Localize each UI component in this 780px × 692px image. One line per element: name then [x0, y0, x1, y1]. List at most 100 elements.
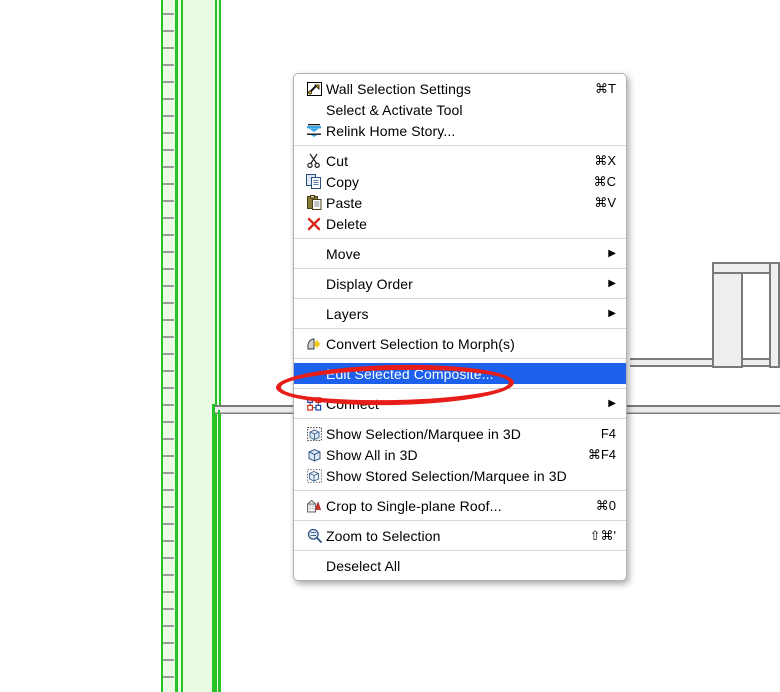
- relink-story-icon: [304, 123, 324, 139]
- menu-item-show-all-in-3d[interactable]: Show All in 3D ⌘F4: [294, 444, 626, 465]
- menu-item-select-activate-tool[interactable]: Select & Activate Tool: [294, 99, 626, 120]
- wall-junction-green-line: [212, 404, 215, 692]
- menu-item-label: Convert Selection to Morph(s): [326, 335, 515, 352]
- menu-separator: [294, 268, 626, 269]
- menu-item-label: Select & Activate Tool: [326, 101, 463, 118]
- niche-wall-right[interactable]: [712, 262, 780, 368]
- menu-item-layers[interactable]: Layers ▶: [294, 303, 626, 324]
- show-stored-3d-icon: [304, 468, 324, 484]
- menu-separator: [294, 520, 626, 521]
- menu-item-label: Deselect All: [326, 557, 401, 574]
- menu-separator: [294, 238, 626, 239]
- menu-separator: [294, 388, 626, 389]
- menu-item-label: Move: [326, 245, 361, 262]
- chevron-right-icon: ▶: [608, 308, 616, 319]
- menu-item-label: Wall Selection Settings: [326, 80, 471, 97]
- morph-icon: [304, 336, 324, 352]
- menu-item-cut[interactable]: Cut ⌘X: [294, 150, 626, 171]
- menu-item-label: Relink Home Story...: [326, 122, 456, 139]
- menu-item-shortcut: ⇧⌘': [589, 527, 616, 543]
- menu-separator: [294, 298, 626, 299]
- no-icon-placeholder: [304, 558, 324, 574]
- context-menu[interactable]: Wall Selection Settings ⌘T Select & Acti…: [293, 73, 627, 581]
- no-icon-placeholder: [304, 306, 324, 322]
- wall-junction-green-line-2: [218, 410, 220, 692]
- delete-x-icon: [304, 216, 324, 232]
- menu-item-shortcut: ⌘C: [593, 173, 616, 189]
- chevron-right-icon: ▶: [608, 248, 616, 259]
- menu-item-shortcut: F4: [600, 426, 616, 441]
- menu-group-zoom: Zoom to Selection ⇧⌘': [294, 525, 626, 546]
- menu-item-label: Connect: [326, 395, 379, 412]
- menu-item-copy[interactable]: Copy ⌘C: [294, 171, 626, 192]
- selected-wall-inner-edge: [175, 0, 178, 692]
- menu-item-label: Edit Selected Composite...: [326, 365, 494, 382]
- menu-separator: [294, 145, 626, 146]
- menu-item-label: Copy: [326, 173, 360, 190]
- menu-separator: [294, 358, 626, 359]
- menu-item-display-order[interactable]: Display Order ▶: [294, 273, 626, 294]
- menu-item-wall-selection-settings[interactable]: Wall Selection Settings ⌘T: [294, 78, 626, 99]
- menu-item-edit-selected-composite[interactable]: Edit Selected Composite...: [294, 363, 626, 384]
- wall-hatch-pattern: [163, 0, 174, 692]
- chevron-right-icon: ▶: [608, 398, 616, 409]
- menu-item-label: Crop to Single-plane Roof...: [326, 497, 502, 514]
- connect-icon: [304, 396, 324, 412]
- no-icon-placeholder: [304, 102, 324, 118]
- niche-wall-left-leg: [712, 262, 743, 368]
- scissors-icon: [304, 153, 324, 169]
- menu-item-show-stored-selection-marquee-in-3d[interactable]: Show Stored Selection/Marquee in 3D: [294, 465, 626, 486]
- menu-item-paste[interactable]: Paste ⌘V: [294, 192, 626, 213]
- menu-separator: [294, 418, 626, 419]
- menu-item-delete[interactable]: Delete: [294, 213, 626, 234]
- menu-group-connect: Connect ▶: [294, 393, 626, 414]
- menu-item-zoom-to-selection[interactable]: Zoom to Selection ⇧⌘': [294, 525, 626, 546]
- menu-item-shortcut: ⌘F4: [587, 446, 616, 462]
- paste-icon: [304, 195, 324, 211]
- zoom-selection-icon: [304, 528, 324, 544]
- menu-group-crop-roof: Crop to Single-plane Roof... ⌘0: [294, 495, 626, 516]
- selected-wall-right-edge: [215, 0, 217, 692]
- menu-group-display-order: Display Order ▶: [294, 273, 626, 294]
- menu-item-label: Show All in 3D: [326, 446, 418, 463]
- menu-item-label: Delete: [326, 215, 368, 232]
- menu-group-layers: Layers ▶: [294, 303, 626, 324]
- wall-settings-icon: [304, 81, 324, 97]
- menu-group-morph: Convert Selection to Morph(s): [294, 333, 626, 354]
- menu-item-label: Show Stored Selection/Marquee in 3D: [326, 467, 567, 484]
- show-all-3d-icon: [304, 447, 324, 463]
- menu-item-move[interactable]: Move ▶: [294, 243, 626, 264]
- menu-item-label: Show Selection/Marquee in 3D: [326, 425, 522, 442]
- menu-item-shortcut: ⌘X: [594, 152, 616, 168]
- chevron-right-icon: ▶: [608, 278, 616, 289]
- menu-item-connect[interactable]: Connect ▶: [294, 393, 626, 414]
- menu-separator: [294, 550, 626, 551]
- no-icon-placeholder: [304, 276, 324, 292]
- menu-group-clipboard: Cut ⌘X Copy ⌘C Paste ⌘V Delete: [294, 150, 626, 234]
- niche-wall-right-leg: [769, 262, 780, 368]
- selected-wall-inner-edge-2: [181, 0, 183, 692]
- crop-roof-icon: [304, 498, 324, 514]
- menu-group-edit-composite: Edit Selected Composite...: [294, 363, 626, 384]
- menu-item-relink-home-story[interactable]: Relink Home Story...: [294, 120, 626, 141]
- menu-item-shortcut: ⌘T: [595, 80, 616, 96]
- menu-item-label: Layers: [326, 305, 369, 322]
- no-icon-placeholder: [304, 246, 324, 262]
- menu-item-shortcut: ⌘V: [594, 194, 616, 210]
- menu-item-label: Display Order: [326, 275, 413, 292]
- menu-item-label: Cut: [326, 152, 349, 169]
- no-icon-placeholder: [304, 366, 324, 382]
- menu-group-selection: Wall Selection Settings ⌘T Select & Acti…: [294, 78, 626, 141]
- menu-item-show-selection-marquee-in-3d[interactable]: Show Selection/Marquee in 3D F4: [294, 423, 626, 444]
- menu-group-3d-views: Show Selection/Marquee in 3D F4 Show All…: [294, 423, 626, 486]
- menu-group-move: Move ▶: [294, 243, 626, 264]
- menu-item-convert-selection-to-morphs[interactable]: Convert Selection to Morph(s): [294, 333, 626, 354]
- menu-item-deselect-all[interactable]: Deselect All: [294, 555, 626, 576]
- menu-group-deselect: Deselect All: [294, 555, 626, 576]
- menu-item-crop-to-single-plane-roof[interactable]: Crop to Single-plane Roof... ⌘0: [294, 495, 626, 516]
- menu-item-label: Paste: [326, 194, 363, 211]
- menu-item-shortcut: ⌘0: [595, 497, 616, 513]
- show-selection-3d-icon: [304, 426, 324, 442]
- menu-item-label: Zoom to Selection: [326, 527, 441, 544]
- menu-separator: [294, 328, 626, 329]
